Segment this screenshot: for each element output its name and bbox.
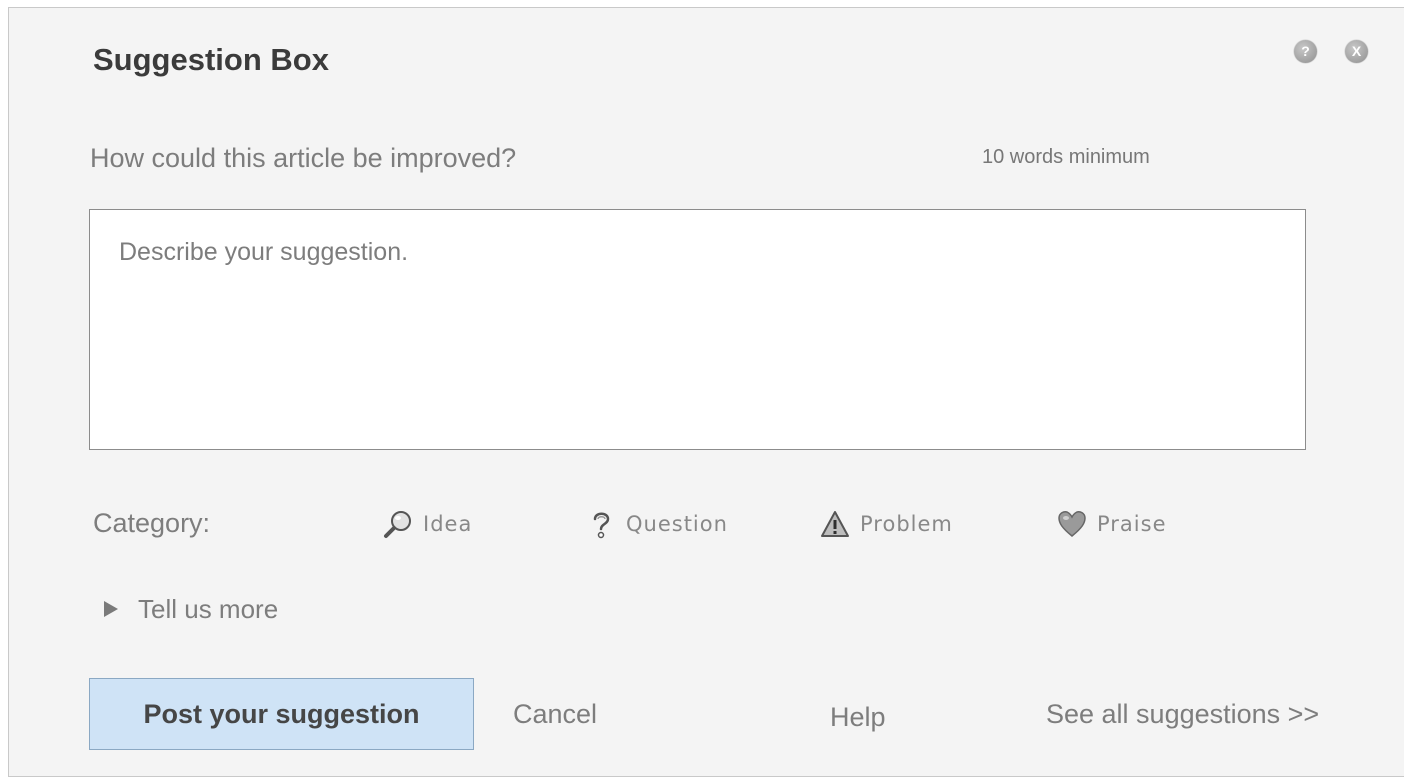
category-option-question[interactable]: Question <box>586 505 728 543</box>
post-suggestion-button[interactable]: Post your suggestion <box>89 678 474 750</box>
prompt-question: How could this article be improved? <box>90 143 517 173</box>
expand-arrow-icon <box>104 601 118 617</box>
warning-icon <box>821 511 849 537</box>
category-option-idea[interactable]: Idea <box>383 505 472 543</box>
category-question-label: Question <box>626 512 728 536</box>
min-words-note: 10 words minimum <box>982 146 1150 168</box>
suggestion-textarea[interactable] <box>89 209 1306 450</box>
category-praise-label: Praise <box>1097 512 1167 536</box>
dialog-title: Suggestion Box <box>93 42 329 77</box>
tell-us-more-toggle[interactable]: Tell us more <box>104 591 278 627</box>
category-option-praise[interactable]: Praise <box>1057 505 1167 543</box>
help-icon-glyph: ? <box>1301 43 1310 59</box>
category-problem-label: Problem <box>860 512 953 536</box>
category-label: Category: <box>93 508 211 538</box>
heart-icon <box>1058 511 1086 537</box>
close-icon[interactable]: X <box>1345 40 1368 63</box>
tell-us-more-label: Tell us more <box>138 594 279 624</box>
category-option-problem[interactable]: Problem <box>820 505 953 543</box>
see-all-suggestions-link[interactable]: See all suggestions >> <box>1046 695 1319 733</box>
close-icon-glyph: X <box>1351 43 1362 59</box>
magnifier-icon <box>384 511 411 538</box>
help-link[interactable]: Help <box>830 698 886 736</box>
cancel-link[interactable]: Cancel <box>513 695 597 733</box>
question-icon <box>593 512 610 539</box>
category-idea-label: Idea <box>423 512 473 536</box>
help-icon[interactable]: ? <box>1294 40 1317 63</box>
